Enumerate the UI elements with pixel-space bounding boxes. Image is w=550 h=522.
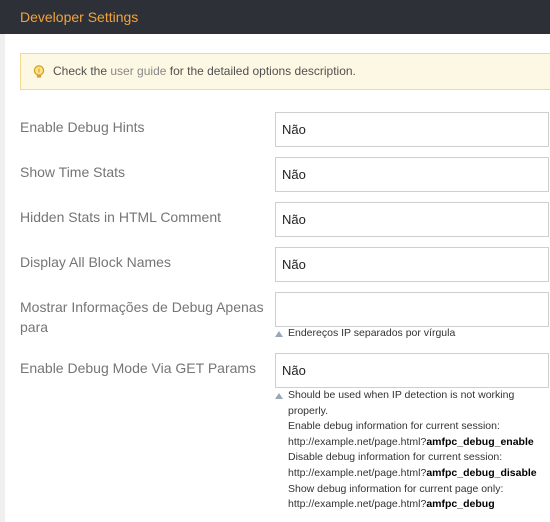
panel-title: Developer Settings [20,9,139,25]
note-line-2: properly. [288,404,329,417]
url-prefix: http://example.net/page.html? [288,466,427,479]
enable-debug-hints-select[interactable]: Não [275,112,549,147]
note-line-4: http://example.net/page.html?amfpc_debug… [288,435,550,451]
hidden-stats-label: Hidden Stats in HTML Comment [20,209,221,225]
url-prefix: http://example.net/page.html? [288,498,427,511]
show-time-stats-select[interactable]: Não [275,157,549,192]
note-arrow-icon [275,393,283,399]
note-line-6: http://example.net/page.html?amfpc_debug… [288,466,550,482]
show-time-stats-label: Show Time Stats [20,164,126,180]
note-arrow-icon [275,331,283,337]
debug-ip-note-text: Endereços IP separados por vírgula [288,327,456,339]
debug-ip-label: Mostrar Informações de Debug Apenas para [20,299,264,335]
note-line-8: http://example.net/page.html?amfpc_debug [288,497,550,513]
hidden-stats-select[interactable]: Não [275,202,549,237]
param-disable: amfpc_debug_disable [426,466,537,479]
lightbulb-icon [33,65,45,78]
notice-text-before: Check the [53,64,108,78]
left-strip [0,34,5,522]
panel-header[interactable]: Developer Settings [0,0,550,34]
display-block-names-select[interactable]: Não [275,247,549,282]
note-line-7: Show debug information for current page … [288,482,504,495]
note-line-1: Should be used when IP detection is not … [288,389,515,401]
enable-debug-hints-label: Enable Debug Hints [20,119,145,135]
url-prefix: http://example.net/page.html? [288,435,427,448]
note-line-5: Disable debug information for current se… [288,451,503,464]
param-debug: amfpc_debug [426,498,495,511]
user-guide-notice: Check the user guide for the detailed op… [20,53,550,90]
get-params-note: Should be used when IP detection is not … [275,388,550,513]
display-block-names-label: Display All Block Names [20,254,171,270]
debug-ip-input[interactable] [275,292,549,327]
developer-settings-panel: Developer Settings Check the user guide … [0,0,550,522]
debug-get-params-label: Enable Debug Mode Via GET Params [20,360,257,376]
param-enable: amfpc_debug_enable [426,435,534,448]
debug-ip-note: Endereços IP separados por vírgula [275,326,550,342]
debug-get-params-select[interactable]: Não [275,353,549,388]
user-guide-link[interactable]: user guide [110,64,166,78]
note-line-3: Enable debug information for current ses… [288,420,500,433]
notice-text-after: for the detailed options description. [169,64,356,78]
